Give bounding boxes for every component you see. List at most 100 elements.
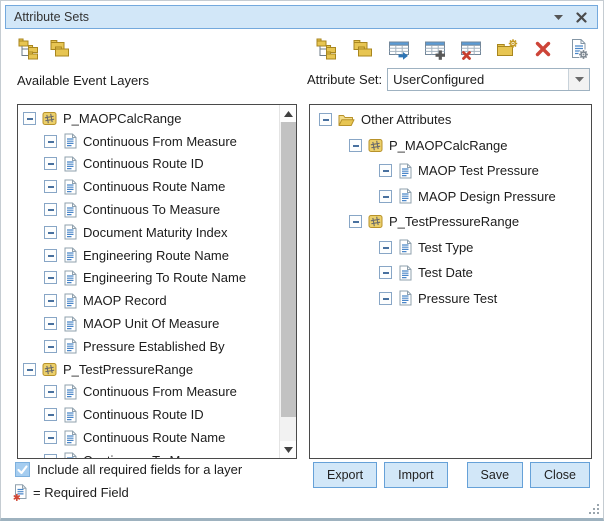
field-icon <box>398 188 412 204</box>
tree-item[interactable]: Document Maturity Index <box>18 221 279 244</box>
tree-item-label: Continuous From Measure <box>83 384 237 399</box>
collapse-box[interactable] <box>379 292 392 305</box>
remove-table-button[interactable] <box>459 37 483 61</box>
collapse-box[interactable] <box>44 454 57 459</box>
tree-item-label: Continuous Route ID <box>83 407 204 422</box>
tree-item[interactable]: Continuous To Measure <box>18 198 279 221</box>
titlebar-controls <box>554 12 597 23</box>
delete-x-icon <box>532 38 554 60</box>
save-button[interactable]: Save <box>467 462 524 488</box>
tree-item-label: Continuous Route Name <box>83 430 225 445</box>
collapse-box[interactable] <box>44 317 57 330</box>
scrollbar[interactable] <box>279 105 296 458</box>
tree-item[interactable]: Test Type <box>310 235 591 261</box>
tree-item-label: Document Maturity Index <box>83 225 228 240</box>
tree-item-label: Test Date <box>418 265 473 280</box>
scroll-thumb[interactable] <box>281 122 296 417</box>
tree-item-label: Continuous To Measure <box>83 453 220 459</box>
collapse-box[interactable] <box>319 113 332 126</box>
collapse-box[interactable] <box>379 164 392 177</box>
tree-item-label: P_MAOPCalcRange <box>63 111 182 126</box>
tree-item[interactable]: Continuous From Measure <box>18 130 279 153</box>
tree-item[interactable]: MAOP Test Pressure <box>310 158 591 184</box>
tree-item[interactable]: MAOP Record <box>18 289 279 312</box>
collapse-box[interactable] <box>349 215 362 228</box>
scroll-down-button[interactable] <box>280 441 296 458</box>
attribute-set-tree: Other AttributesP_MAOPCalcRangeMAOP Test… <box>309 104 592 459</box>
delete-button[interactable] <box>531 37 555 61</box>
collapse-box[interactable] <box>349 139 362 152</box>
toolbar-left <box>17 37 72 61</box>
tree-item[interactable]: Continuous Route ID <box>18 403 279 426</box>
collapse-box[interactable] <box>44 135 57 148</box>
table-export-icon <box>388 38 410 60</box>
tree-item[interactable]: MAOP Design Pressure <box>310 184 591 210</box>
attribute-set-label: Attribute Set: <box>307 72 382 87</box>
tree-item[interactable]: Engineering Route Name <box>18 244 279 267</box>
tree-item[interactable]: P_TestPressureRange <box>18 358 279 381</box>
collapse-box[interactable] <box>44 431 57 444</box>
tree-item[interactable]: Pressure Established By <box>18 335 279 358</box>
tree-item[interactable]: Test Date <box>310 260 591 286</box>
tree-item[interactable]: Pressure Test <box>310 286 591 312</box>
tree-item[interactable]: P_MAOPCalcRange <box>18 107 279 130</box>
collapse-box[interactable] <box>379 190 392 203</box>
open-event-layer-sets-button[interactable] <box>351 37 375 61</box>
tree-item[interactable]: MAOP Unit Of Measure <box>18 312 279 335</box>
collapse-box[interactable] <box>44 408 57 421</box>
field-icon <box>63 407 77 423</box>
tree-item[interactable]: Engineering To Route Name <box>18 267 279 290</box>
field-icon <box>63 133 77 149</box>
collapse-box[interactable] <box>44 249 57 262</box>
collapse-box[interactable] <box>44 294 57 307</box>
tree-item[interactable]: Other Attributes <box>310 107 591 133</box>
tree-item[interactable]: Continuous Route Name <box>18 175 279 198</box>
tree-item[interactable]: P_MAOPCalcRange <box>310 133 591 159</box>
field-icon <box>63 430 77 446</box>
collapse-box[interactable] <box>379 266 392 279</box>
scroll-up-button[interactable] <box>280 105 296 122</box>
collapse-box[interactable] <box>44 157 57 170</box>
button-row: Export Import Save Close <box>313 462 590 488</box>
tree-item[interactable]: P_TestPressureRange <box>310 209 591 235</box>
collapse-box[interactable] <box>44 271 57 284</box>
field-icon <box>63 247 77 263</box>
field-icon <box>63 270 77 286</box>
titlebar-menu-icon[interactable] <box>554 14 563 20</box>
tree-item-label: MAOP Unit Of Measure <box>83 316 219 331</box>
tree-item-label: P_TestPressureRange <box>63 362 193 377</box>
collapse-box[interactable] <box>44 226 57 239</box>
attribute-sets-dialog: Attribute Sets Available Event Layers At… <box>0 0 604 521</box>
layer-icon <box>368 214 383 229</box>
collapse-box[interactable] <box>23 112 36 125</box>
collapse-box[interactable] <box>44 203 57 216</box>
dropdown-arrow-icon[interactable] <box>568 69 589 90</box>
collapse-box[interactable] <box>44 180 57 193</box>
tree-item-label: Test Type <box>418 240 473 255</box>
collapse-box[interactable] <box>44 385 57 398</box>
close-icon[interactable] <box>576 12 587 23</box>
new-group-button[interactable] <box>495 37 519 61</box>
open-attribute-sets-button[interactable] <box>48 37 72 61</box>
tree-item-label: Engineering Route Name <box>83 248 229 263</box>
tree-item[interactable]: Continuous Route ID <box>18 153 279 176</box>
tree-item[interactable]: Continuous To Measure <box>18 449 279 459</box>
import-button[interactable]: Import <box>384 462 447 488</box>
new-attribute-set-button[interactable] <box>17 37 41 61</box>
attribute-set-dropdown[interactable]: UserConfigured <box>387 68 590 91</box>
export-button[interactable]: Export <box>313 462 377 488</box>
collapse-box[interactable] <box>379 241 392 254</box>
set-properties-button[interactable] <box>567 37 591 61</box>
close-button[interactable]: Close <box>530 462 590 488</box>
include-required-fields-checkbox[interactable] <box>15 462 30 477</box>
add-table-button[interactable] <box>423 37 447 61</box>
dialog-title: Attribute Sets <box>6 10 89 24</box>
collapse-box[interactable] <box>23 363 36 376</box>
tree-item[interactable]: Continuous From Measure <box>18 381 279 404</box>
collapse-box[interactable] <box>44 340 57 353</box>
tree-item[interactable]: Continuous Route Name <box>18 426 279 449</box>
resize-grip-icon[interactable] <box>587 502 600 515</box>
new-event-layer-set-button[interactable] <box>315 37 339 61</box>
titlebar[interactable]: Attribute Sets <box>5 5 598 29</box>
export-table-button[interactable] <box>387 37 411 61</box>
